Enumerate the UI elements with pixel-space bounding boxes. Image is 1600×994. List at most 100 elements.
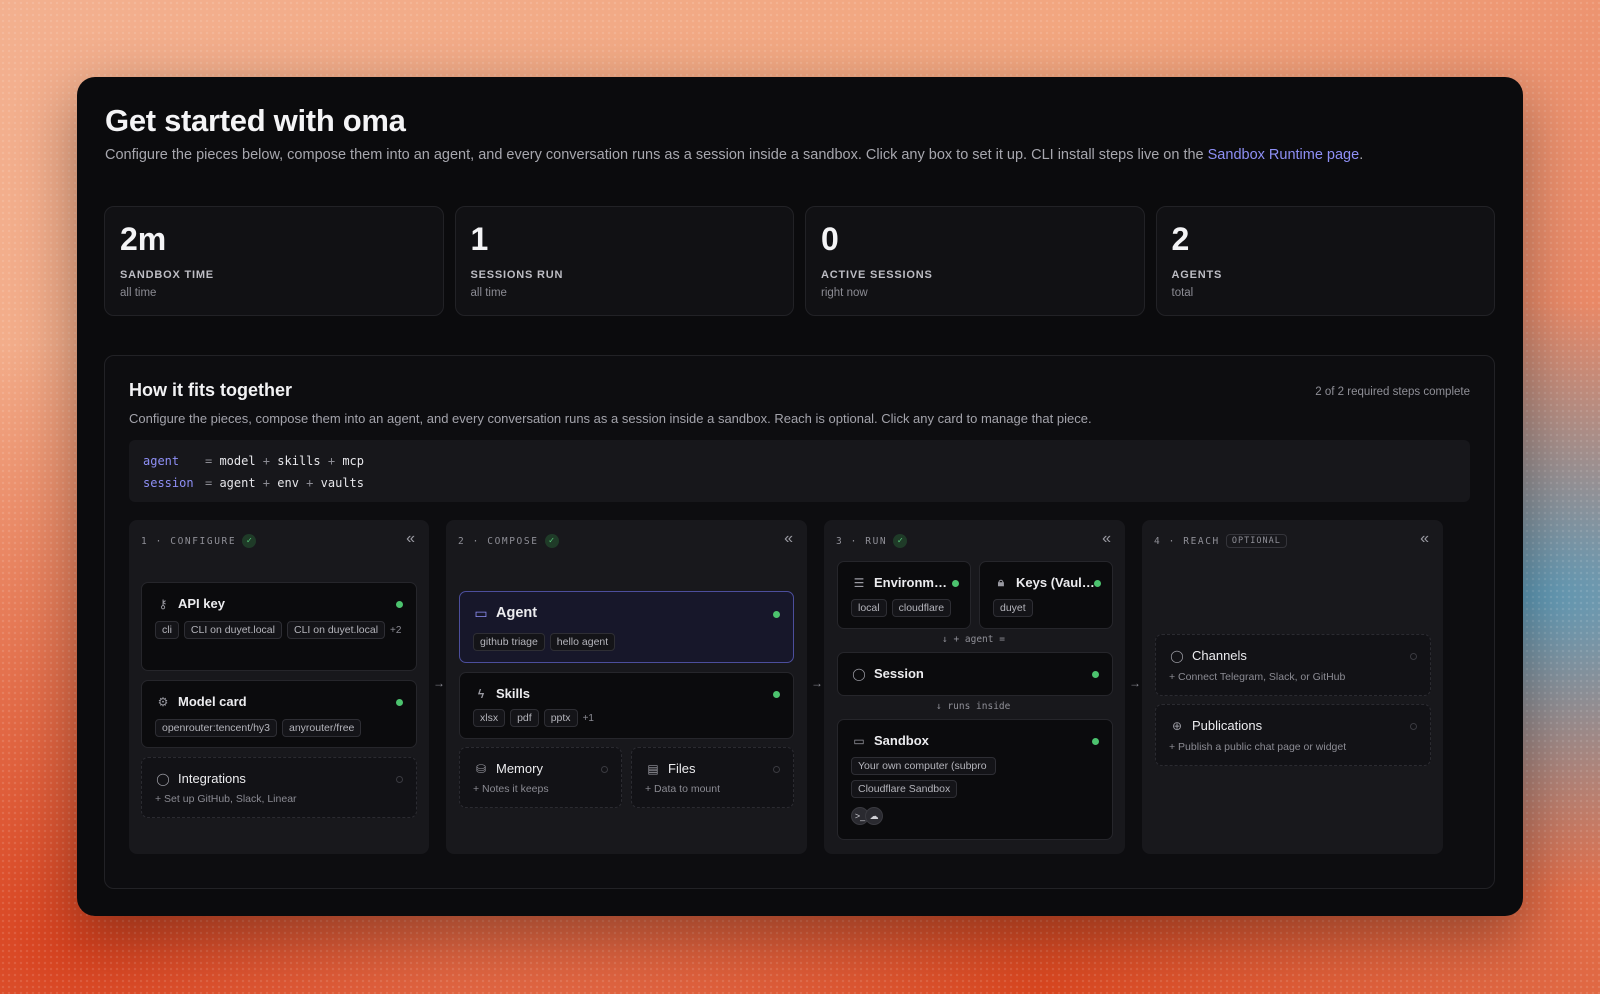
stat-label: SANDBOX TIME [120, 269, 214, 281]
chip: pptx [543, 709, 578, 727]
card-model-card[interactable]: ⚙ Model card openrouter:tencent/hy3 anyro… [141, 680, 417, 748]
chip-icon: ⚙ [157, 694, 169, 709]
chip-list: Your own computer (subpro Cloudflare San… [851, 757, 996, 798]
card-keys-vaults[interactable]: 🔒︎ Keys (Vaul… duyet [979, 561, 1113, 629]
status-dot-empty [601, 766, 608, 773]
stats-row: 2m SANDBOX TIME all time 1 SESSIONS RUN … [104, 206, 1495, 316]
status-dot [1092, 671, 1099, 678]
chip: Your own computer (subpro [851, 757, 996, 775]
stat-label: SESSIONS RUN [470, 269, 564, 281]
card-hint: + Set up GitHub, Slack, Linear [155, 793, 297, 805]
chip: duyet [993, 599, 1033, 617]
file-icon: ▤ [647, 761, 659, 776]
globe-icon: ⊕ [1171, 718, 1183, 733]
main-window: Get started with oma Configure the piece… [77, 77, 1523, 916]
chip-list: duyet [993, 599, 1033, 617]
chip: Cloudflare Sandbox [851, 780, 958, 798]
status-dot [773, 611, 780, 618]
status-dot [773, 691, 780, 698]
card-integrations[interactable]: ◯ Integrations + Set up GitHub, Slack, Li… [141, 757, 417, 818]
arrow-right-icon: → [1129, 676, 1141, 690]
chip: CLI on duyet.local [183, 621, 282, 639]
chip: anyrouter/free [282, 719, 362, 737]
column-run: 3 · RUN ✓ « ☰ Environm… local cloudflare 🔒… [824, 520, 1125, 854]
collapse-icon[interactable]: « [1420, 530, 1429, 548]
status-dot-empty [1410, 653, 1417, 660]
column-header: 4 · REACH OPTIONAL [1154, 534, 1287, 548]
stat-value: 1 [470, 221, 489, 257]
flow-label-runs-inside: ↓ runs inside [936, 701, 1011, 712]
stat-label: AGENTS [1171, 269, 1223, 281]
column-configure: 1 · CONFIGURE ✓ « ⚷ API key cli CLI on duy… [129, 520, 429, 854]
chip-list: github triage hello agent [473, 633, 616, 651]
chip: CLI on duyet.local [286, 621, 386, 639]
collapse-icon[interactable]: « [784, 530, 793, 548]
collapse-icon[interactable]: « [1102, 530, 1111, 548]
card-hint: + Data to mount [645, 783, 721, 795]
column-header: 1 · CONFIGURE ✓ [141, 534, 257, 548]
steps-status: 2 of 2 required steps complete [1315, 386, 1470, 398]
page-title: Get started with oma [105, 103, 406, 138]
panel-title: How it fits together [129, 380, 292, 400]
stat-agents: 2 AGENTS total [1155, 206, 1495, 316]
more-count: +1 [582, 712, 594, 724]
card-files[interactable]: ▤ Files + Data to mount [631, 747, 794, 808]
chip-list: openrouter:tencent/hy3 anyrouter/free [155, 719, 362, 737]
check-icon: ✓ [893, 534, 908, 548]
card-agent[interactable]: ▭ Agent github triage hello agent [459, 591, 794, 663]
chat-bubble-icon: ◯ [156, 771, 170, 786]
stat-sub: total [1171, 287, 1194, 299]
more-count: +2 [390, 624, 402, 636]
panel-description: Configure the pieces, compose them into … [129, 411, 1092, 426]
chip-list: xlsx pdf pptx +1 [473, 709, 594, 727]
collapse-icon[interactable]: « [406, 530, 415, 548]
card-environments[interactable]: ☰ Environm… local cloudflare [837, 561, 971, 629]
chip: local [851, 599, 887, 617]
lightning-icon: ϟ [477, 686, 485, 701]
lock-icon: 🔒︎ [997, 575, 1005, 589]
chip: xlsx [473, 709, 506, 727]
stat-value: 2m [120, 221, 167, 257]
status-dot [396, 699, 403, 706]
card-hint: + Notes it keeps [473, 783, 549, 795]
status-dot [952, 580, 959, 587]
card-sandbox[interactable]: ▭ Sandbox Your own computer (subpro Cloud… [837, 719, 1113, 840]
column-header: 3 · RUN ✓ [836, 534, 908, 548]
monitor-icon: ▭ [853, 733, 865, 748]
stat-sub: right now [821, 287, 868, 299]
card-hint: + Publish a public chat page or widget [1169, 741, 1347, 753]
runtime-icons: >_ ☁ [851, 807, 883, 825]
card-memory[interactable]: ⛁ Memory + Notes it keeps [459, 747, 622, 808]
monitor-icon: ▭ [474, 604, 488, 621]
chip: openrouter:tencent/hy3 [155, 719, 277, 737]
card-api-key[interactable]: ⚷ API key cli CLI on duyet.local CLI on d… [141, 582, 417, 671]
optional-badge: OPTIONAL [1225, 534, 1287, 548]
formula-session: session = agent + env + vaults [143, 476, 364, 490]
formula-agent: agent = model + skills + mcp [143, 454, 364, 468]
column-compose: 2 · COMPOSE ✓ « ▭ Agent github triage hell… [446, 520, 807, 854]
chip: pdf [510, 709, 539, 727]
chip: cloudflare [891, 599, 952, 617]
stat-sub: all time [470, 287, 507, 299]
chat-bubble-icon: ◯ [1170, 648, 1184, 663]
stat-sessions-run: 1 SESSIONS RUN all time [454, 206, 794, 316]
stat-label: ACTIVE SESSIONS [821, 269, 933, 281]
card-hint: + Connect Telegram, Slack, or GitHub [1169, 671, 1346, 683]
flow-label-agent: ↓ + agent = [942, 634, 1005, 645]
how-it-fits-panel: How it fits together 2 of 2 required ste… [104, 355, 1495, 889]
status-dot [1092, 738, 1099, 745]
status-dot [1094, 580, 1101, 587]
card-session[interactable]: ◯ Session [837, 652, 1113, 696]
key-icon: ⚷ [158, 596, 168, 611]
formula-block: agent = model + skills + mcp session = age… [129, 440, 1470, 502]
card-publications[interactable]: ⊕ Publications + Publish a public chat pa… [1155, 704, 1431, 766]
chip-list: cli CLI on duyet.local CLI on duyet.loca… [155, 621, 405, 639]
card-channels[interactable]: ◯ Channels + Connect Telegram, Slack, or … [1155, 634, 1431, 696]
sandbox-runtime-link[interactable]: Sandbox Runtime page [1208, 147, 1360, 163]
stat-sandbox-time: 2m SANDBOX TIME all time [104, 206, 444, 316]
column-reach: 4 · REACH OPTIONAL « ◯ Channels + Connect … [1142, 520, 1443, 854]
check-icon: ✓ [242, 534, 257, 548]
card-skills[interactable]: ϟ Skills xlsx pdf pptx +1 [459, 672, 794, 739]
check-icon: ✓ [544, 534, 559, 548]
status-dot-empty [773, 766, 780, 773]
